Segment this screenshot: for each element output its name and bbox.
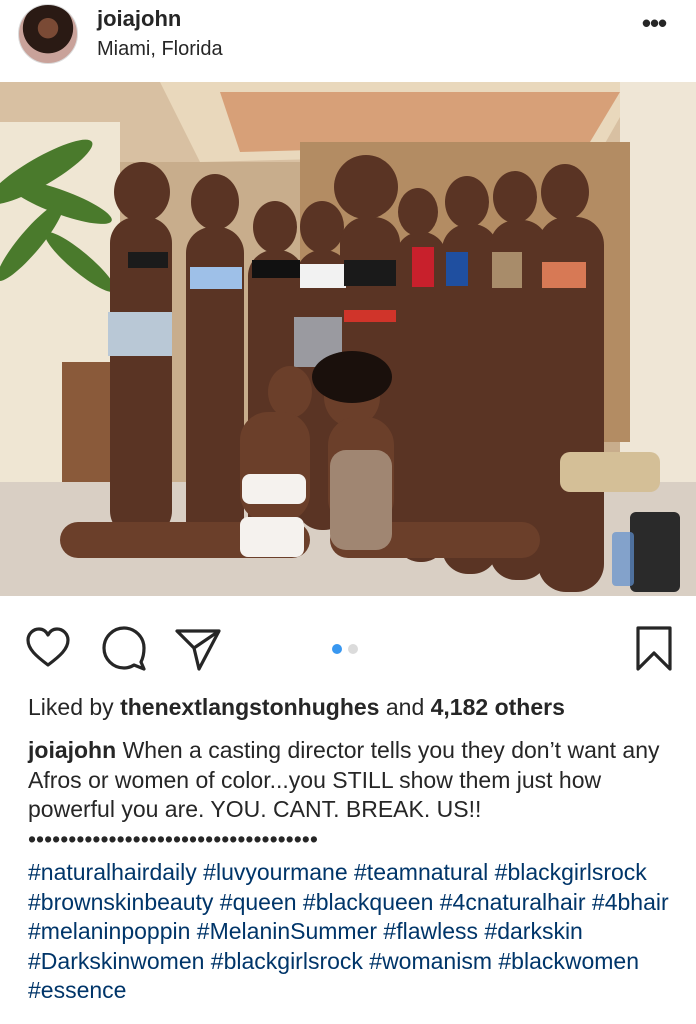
carousel-dot-active xyxy=(332,644,342,654)
likes-others[interactable]: 4,182 others xyxy=(431,694,565,720)
caption-hashtags[interactable]: #naturalhairdaily #luvyourmane #teamnatu… xyxy=(28,858,688,1006)
avatar[interactable] xyxy=(18,4,78,64)
heart-icon[interactable] xyxy=(24,624,72,672)
caption-text: When a casting director tells you they d… xyxy=(28,737,660,852)
post-photo[interactable] xyxy=(0,82,696,596)
more-horizontal-icon[interactable]: ••• xyxy=(636,10,672,38)
liked-by-user[interactable]: thenextlangstonhughes xyxy=(120,694,379,720)
photo-illustration xyxy=(0,82,696,596)
likes-line: Liked by thenextlangstonhughes and 4,182… xyxy=(28,694,565,721)
post-header: joiajohn Miami, Florida ••• xyxy=(0,0,696,82)
paper-plane-icon[interactable] xyxy=(174,624,222,672)
post-username[interactable]: joiajohn xyxy=(97,6,181,32)
caption-username[interactable]: joiajohn xyxy=(28,737,116,763)
likes-prefix: Liked by xyxy=(28,694,114,720)
bookmark-icon[interactable] xyxy=(630,624,678,672)
carousel-dot xyxy=(348,644,358,654)
caption: joiajohn When a casting director tells y… xyxy=(28,736,678,854)
likes-conjunction: and xyxy=(385,694,425,720)
comment-bubble-icon[interactable] xyxy=(100,624,148,672)
carousel-indicator xyxy=(332,644,358,654)
post-location[interactable]: Miami, Florida xyxy=(97,38,223,61)
